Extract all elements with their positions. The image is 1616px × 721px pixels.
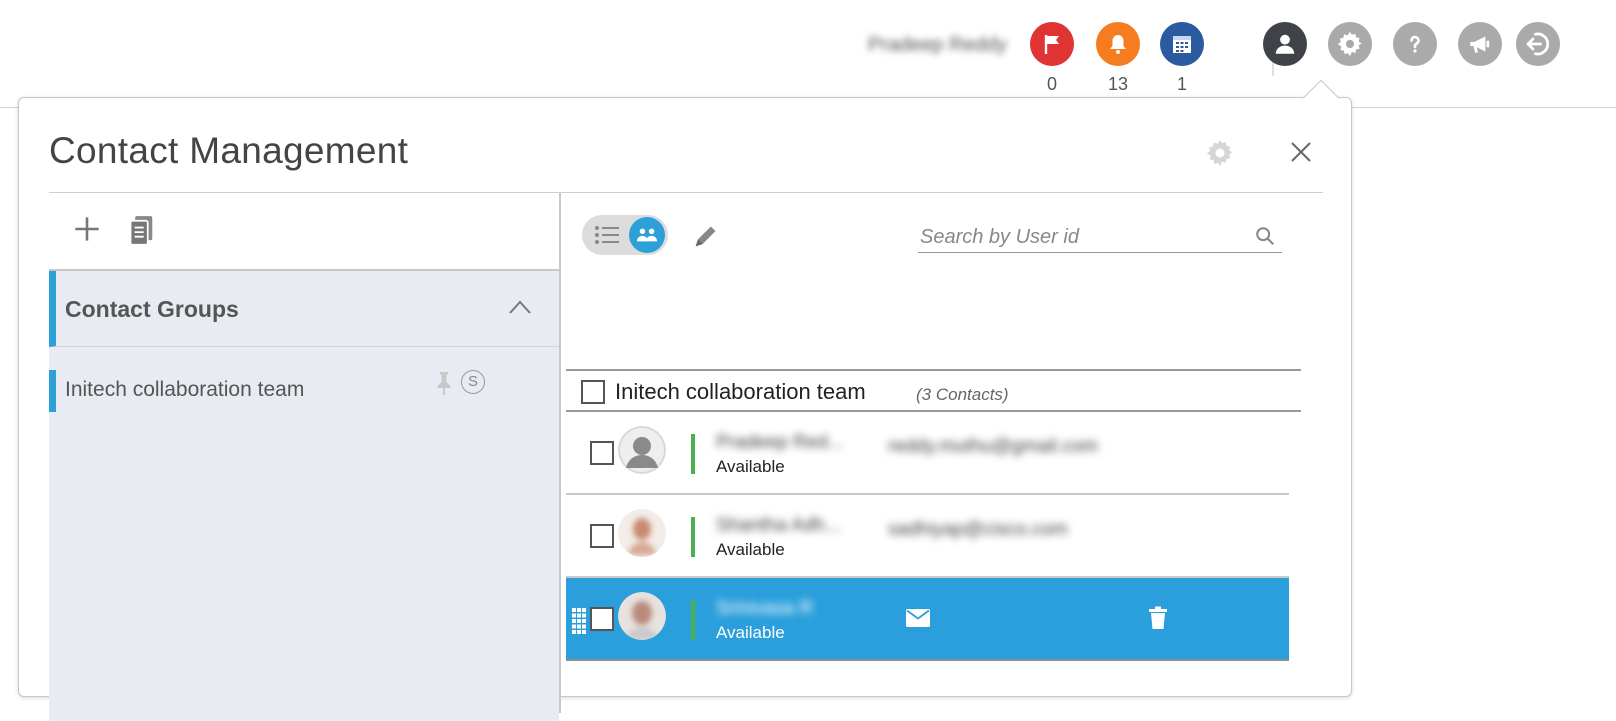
search-input[interactable]: [918, 223, 1248, 251]
contact-email: reddy.muthu@gmail.com: [888, 436, 1099, 457]
flag-icon[interactable]: [1030, 22, 1074, 66]
group-row: Initech collaboration team (3 Contacts): [566, 369, 1301, 412]
contact-row-selected[interactable]: Srinivasa R Available: [566, 578, 1289, 661]
contact-email: sadhiyap@cisco.com: [888, 519, 1068, 540]
group-item-label: Initech collaboration team: [65, 378, 305, 401]
contact-name: Shantha Adh...: [716, 515, 841, 536]
list-view-icon[interactable]: [594, 224, 620, 251]
user-icon[interactable]: [1263, 22, 1307, 66]
contact-management-panel: Contact Management Contact Groups Initec…: [18, 97, 1352, 721]
panel-divider: [559, 193, 561, 713]
avatar: [618, 426, 666, 474]
contact-name: Pradeep Red...: [716, 432, 844, 453]
panel-settings-icon[interactable]: [1205, 138, 1235, 173]
search-box: [918, 223, 1282, 253]
flag-count: 0: [1046, 74, 1057, 94]
groups-panel: Contact Groups Initech collaboration tea…: [49, 193, 559, 721]
avatar: [618, 592, 666, 640]
help-icon[interactable]: [1393, 22, 1437, 66]
contacts-panel: Initech collaboration team (3 Contacts) …: [564, 193, 1324, 713]
calendar-icon[interactable]: [1160, 22, 1204, 66]
edit-pencil-icon[interactable]: [691, 223, 719, 256]
groups-list: Contact Groups Initech collaboration tea…: [49, 271, 559, 721]
gear-icon[interactable]: [1328, 22, 1372, 66]
megaphone-icon[interactable]: [1458, 22, 1502, 66]
user-name: Pradeep Reddy: [868, 34, 1007, 56]
add-group-button[interactable]: [73, 215, 101, 248]
contact-checkbox[interactable]: [590, 607, 614, 631]
contact-checkbox[interactable]: [590, 441, 614, 465]
group-select-checkbox[interactable]: [581, 380, 605, 404]
flag-notification[interactable]: 0: [1029, 22, 1075, 95]
shared-badge: S: [461, 370, 485, 394]
contact-row[interactable]: Shantha Adh... Available sadhiyap@cisco.…: [566, 495, 1289, 578]
view-toggle[interactable]: [582, 215, 668, 255]
logout-icon[interactable]: [1516, 22, 1560, 66]
search-icon[interactable]: [1254, 225, 1276, 252]
contact-status: Available: [716, 623, 785, 642]
calendar-count: 1: [1176, 74, 1187, 94]
drag-handle-icon[interactable]: [572, 608, 586, 639]
group-item-initech[interactable]: Initech collaboration team S: [49, 370, 559, 412]
contact-groups-header[interactable]: Contact Groups: [49, 271, 559, 347]
alert-count: 13: [1107, 74, 1129, 94]
group-view-icon[interactable]: [629, 217, 665, 253]
copy-group-button[interactable]: [129, 215, 155, 252]
trash-icon[interactable]: [1148, 606, 1168, 635]
group-name: Initech collaboration team: [615, 379, 866, 404]
chevron-up-icon[interactable]: [508, 299, 532, 320]
contact-status: Available: [716, 457, 785, 476]
group-contact-count: (3 Contacts): [916, 385, 1009, 404]
bell-icon[interactable]: [1096, 22, 1140, 66]
alert-notification[interactable]: 13: [1095, 22, 1141, 95]
pin-icon[interactable]: [434, 370, 454, 401]
contact-groups-label: Contact Groups: [65, 296, 239, 322]
top-bar: Pradeep Reddy 0 13 1: [0, 0, 1616, 108]
contact-name: Srinivasa R: [716, 598, 814, 619]
close-icon[interactable]: [1289, 140, 1313, 169]
contact-status: Available: [716, 540, 785, 559]
contact-row[interactable]: Pradeep Red... Available reddy.muthu@gma…: [566, 412, 1289, 495]
status-indicator: [691, 434, 695, 474]
mail-icon[interactable]: [906, 609, 930, 632]
contact-checkbox[interactable]: [590, 524, 614, 548]
status-indicator: [691, 600, 695, 640]
calendar-notification[interactable]: 1: [1159, 22, 1205, 95]
panel-title: Contact Management: [49, 130, 409, 171]
status-indicator: [691, 517, 695, 557]
groups-toolbar: [49, 193, 559, 271]
avatar: [618, 509, 666, 557]
